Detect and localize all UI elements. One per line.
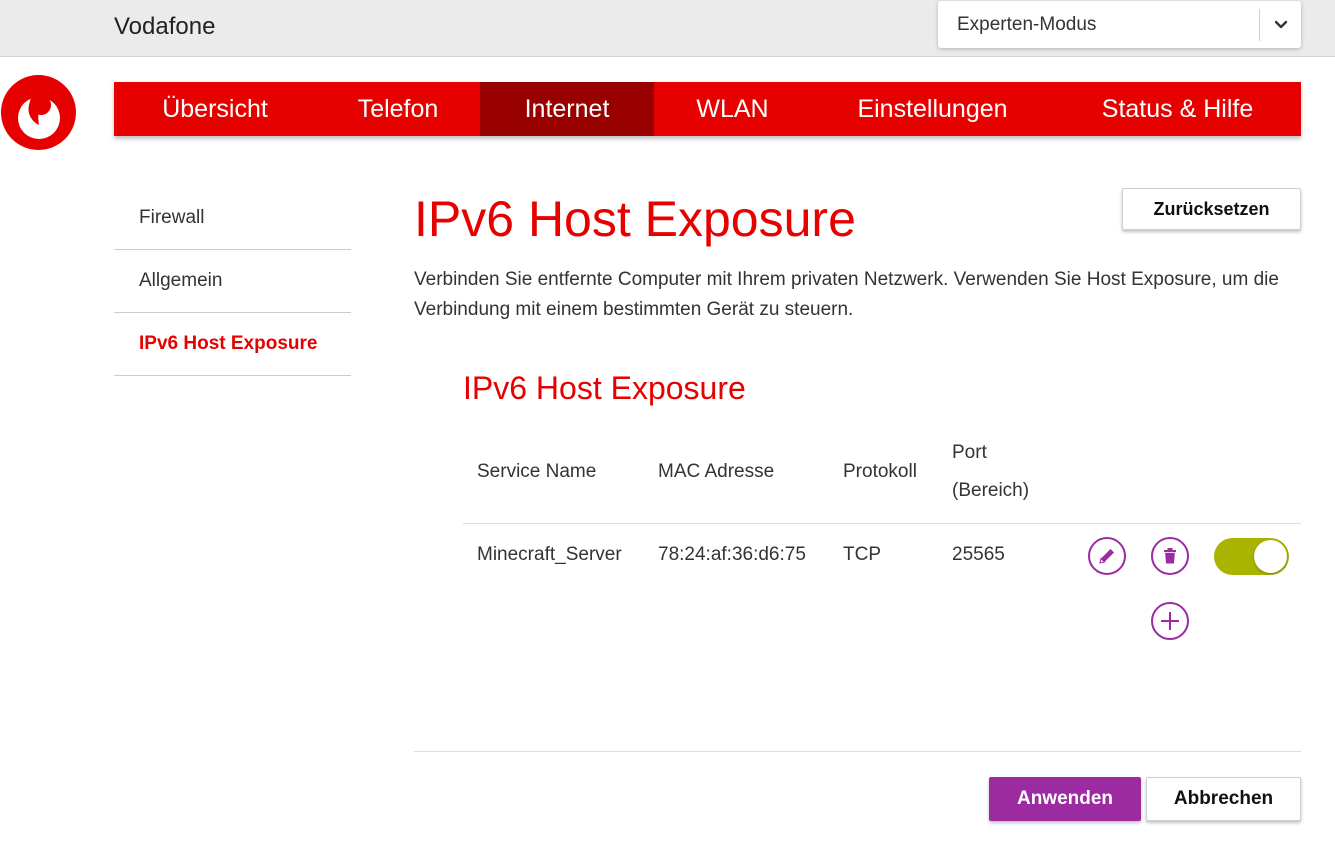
- cell-mac-address: 78:24:af:36:d6:75: [658, 544, 806, 565]
- nav-item-internet[interactable]: Internet: [480, 82, 654, 136]
- header-port-range: (Bereich): [952, 480, 1030, 501]
- footer-divider: [414, 751, 1301, 752]
- enable-toggle[interactable]: [1214, 538, 1289, 575]
- sidebar-item-ipv6-host-exposure[interactable]: IPv6 Host Exposure: [114, 313, 351, 376]
- brand-name: Vodafone: [114, 13, 216, 40]
- reset-button[interactable]: Zurücksetzen: [1122, 188, 1301, 230]
- delete-button[interactable]: [1151, 537, 1189, 575]
- main-nav: Übersicht Telefon Internet WLAN Einstell…: [114, 82, 1301, 136]
- top-bar: Vodafone Experten-Modus: [0, 0, 1335, 57]
- mode-select-value: Experten-Modus: [957, 14, 1097, 35]
- cell-port: 25565: [952, 544, 1005, 565]
- cell-service-name: Minecraft_Server: [477, 544, 622, 565]
- header-protocol: Protokoll: [843, 461, 917, 482]
- vodafone-logo: [1, 75, 76, 150]
- sidebar-item-allgemein[interactable]: Allgemein: [114, 250, 351, 313]
- nav-item-telefon[interactable]: Telefon: [316, 82, 480, 136]
- nav-item-status-hilfe[interactable]: Status & Hilfe: [1054, 82, 1301, 136]
- pencil-icon: [1099, 549, 1114, 564]
- chevron-down-icon: [1274, 20, 1288, 29]
- section-title: IPv6 Host Exposure: [463, 370, 746, 406]
- header-port-label: Port: [952, 442, 987, 463]
- trash-icon: [1164, 548, 1176, 564]
- table-divider: [463, 523, 1301, 524]
- page-title: IPv6 Host Exposure: [414, 191, 856, 247]
- edit-button[interactable]: [1088, 537, 1126, 575]
- intro-text: Verbinden Sie entfernte Computer mit Ihr…: [414, 269, 1279, 320]
- nav-item-wlan[interactable]: WLAN: [654, 82, 811, 136]
- toggle-knob: [1254, 540, 1287, 573]
- sidebar: Firewall Allgemein IPv6 Host Exposure: [114, 187, 351, 376]
- header-service-name: Service Name: [477, 461, 597, 482]
- cell-protocol: TCP: [843, 544, 881, 565]
- nav-item-uebersicht[interactable]: Übersicht: [114, 82, 316, 136]
- apply-button[interactable]: Anwenden: [989, 777, 1141, 821]
- plus-icon: [1161, 612, 1179, 630]
- mode-select[interactable]: Experten-Modus: [938, 1, 1301, 48]
- header-mac-address: MAC Adresse: [658, 461, 775, 482]
- nav-item-einstellungen[interactable]: Einstellungen: [811, 82, 1054, 136]
- mode-select-divider: [1259, 9, 1260, 41]
- sidebar-item-firewall[interactable]: Firewall: [114, 187, 351, 250]
- cancel-button[interactable]: Abbrechen: [1146, 777, 1301, 821]
- add-rule-button[interactable]: [1151, 602, 1189, 640]
